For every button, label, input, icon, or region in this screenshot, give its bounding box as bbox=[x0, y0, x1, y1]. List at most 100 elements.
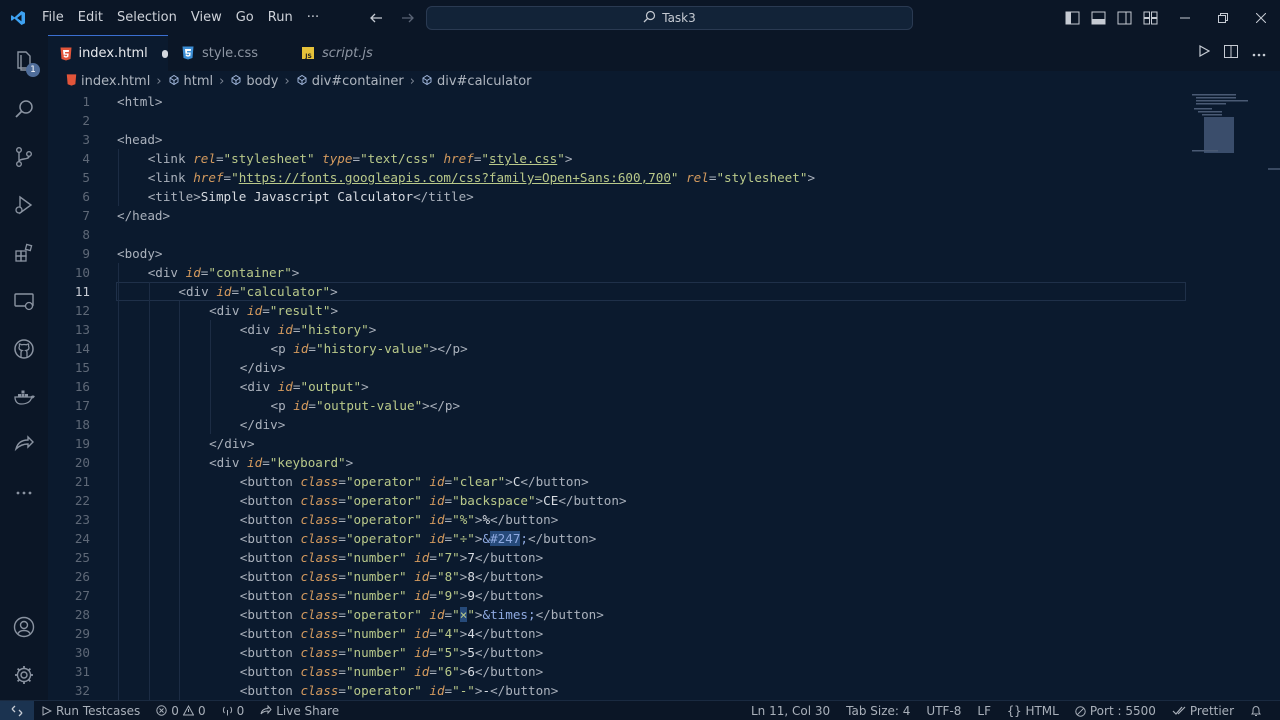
menu-edit[interactable]: Edit bbox=[71, 0, 110, 35]
remote-indicator-icon[interactable] bbox=[0, 700, 34, 720]
code-line[interactable]: 19 </div> bbox=[48, 434, 1198, 453]
command-center-label: Task3 bbox=[662, 11, 696, 25]
code-line[interactable]: 25 <button class="number" id="7">7</butto… bbox=[48, 548, 1198, 567]
github-icon[interactable] bbox=[0, 325, 48, 373]
scrollbar-thumb[interactable] bbox=[1268, 168, 1280, 170]
tab-size[interactable]: Tab Size: 4 bbox=[838, 704, 918, 718]
forward-arrow-icon[interactable] bbox=[398, 8, 418, 28]
encoding[interactable]: UTF-8 bbox=[918, 704, 969, 718]
toggle-primary-sidebar-icon[interactable] bbox=[1064, 10, 1080, 26]
code-line[interactable]: 17 <p id="output-value"></p> bbox=[48, 396, 1198, 415]
code-line[interactable]: 9 <body> bbox=[48, 244, 1198, 263]
menu-view[interactable]: View bbox=[184, 0, 229, 35]
menu-go[interactable]: Go bbox=[229, 0, 261, 35]
split-editor-icon[interactable] bbox=[1224, 44, 1238, 62]
end-of-line[interactable]: LF bbox=[969, 704, 999, 718]
code-line[interactable]: 8 bbox=[48, 225, 1198, 244]
run-testcases-button[interactable]: Run Testcases bbox=[34, 704, 148, 718]
run-and-debug-icon[interactable] bbox=[0, 181, 48, 229]
line-number: 17 bbox=[74, 398, 90, 413]
code-line[interactable]: 29 <button class="number" id="4">4</butto… bbox=[48, 624, 1198, 643]
code-line[interactable]: 5 <link href="https://fonts.googleapis.co… bbox=[48, 168, 1198, 187]
code-line[interactable]: 11 <div id="calculator"> bbox=[48, 282, 1198, 301]
code-line[interactable]: 16 <div id="output"> bbox=[48, 377, 1198, 396]
close-window-icon[interactable] bbox=[1242, 0, 1280, 35]
more-views-icon[interactable] bbox=[0, 469, 48, 517]
live-server-port[interactable]: Port : 5500 bbox=[1067, 704, 1164, 718]
tab-index-html[interactable]: index.html bbox=[48, 35, 168, 71]
line-text: <button class="number" id="7">7</button> bbox=[239, 550, 544, 565]
docker-icon[interactable] bbox=[0, 373, 48, 421]
line-text: </div> bbox=[209, 436, 255, 451]
cursor-position[interactable]: Ln 11, Col 30 bbox=[743, 704, 838, 718]
code-line[interactable]: 12 <div id="result"> bbox=[48, 301, 1198, 320]
line-number: 2 bbox=[82, 113, 90, 128]
tab-script-js[interactable]: JS script.js bbox=[288, 35, 406, 71]
line-number: 3 bbox=[82, 132, 90, 147]
line-text: <button class="number" id="9">9</button> bbox=[239, 588, 544, 603]
code-line[interactable]: 24 <button class="operator" id="÷">&#247;… bbox=[48, 529, 1198, 548]
code-line[interactable]: 15 </div> bbox=[48, 358, 1198, 377]
breadcrumb-html[interactable]: html bbox=[168, 74, 213, 90]
account-icon[interactable] bbox=[0, 603, 48, 651]
settings-gear-icon[interactable] bbox=[0, 651, 48, 699]
prettier-status[interactable]: Prettier bbox=[1164, 704, 1242, 718]
code-line[interactable]: 2 bbox=[48, 111, 1198, 130]
line-text: <button class="operator" id="÷">&#247;</… bbox=[239, 531, 597, 546]
minimap[interactable] bbox=[1190, 92, 1250, 162]
breadcrumb-div-container[interactable]: div#container bbox=[296, 74, 404, 90]
code-line[interactable]: 26 <button class="number" id="8">8</butto… bbox=[48, 567, 1198, 586]
code-line[interactable]: 6 <title>Simple Javascript Calculator</ti… bbox=[48, 187, 1198, 206]
code-line[interactable]: 27 <button class="number" id="9">9</butto… bbox=[48, 586, 1198, 605]
code-line[interactable]: 23 <button class="operator" id="%">%</but… bbox=[48, 510, 1198, 529]
line-number: 32 bbox=[74, 683, 90, 698]
code-line[interactable]: 21 <button class="operator" id="clear">C<… bbox=[48, 472, 1198, 491]
code-line[interactable]: 4 <link rel="stylesheet" type="text/css" … bbox=[48, 149, 1198, 168]
code-line[interactable]: 30 <button class="number" id="5">5</butto… bbox=[48, 643, 1198, 662]
breadcrumb-file[interactable]: index.html bbox=[66, 73, 150, 90]
restore-icon[interactable] bbox=[1204, 0, 1242, 35]
line-number: 6 bbox=[82, 189, 90, 204]
code-line[interactable]: 28 <button class="operator" id="×">&times… bbox=[48, 605, 1198, 624]
more-actions-icon[interactable] bbox=[1252, 46, 1266, 61]
source-control-icon[interactable] bbox=[0, 133, 48, 181]
code-line[interactable]: 22 <button class="operator" id="backspace… bbox=[48, 491, 1198, 510]
search-view-icon[interactable] bbox=[0, 85, 48, 133]
menu-more[interactable]: ··· bbox=[300, 0, 326, 35]
explorer-icon[interactable]: 1 bbox=[0, 37, 48, 85]
double-check-icon bbox=[1172, 706, 1186, 715]
command-center-search[interactable]: Task3 bbox=[426, 6, 913, 30]
menu-selection[interactable]: Selection bbox=[110, 0, 184, 35]
toggle-panel-icon[interactable] bbox=[1090, 10, 1106, 26]
run-code-icon[interactable] bbox=[1198, 44, 1211, 61]
menu-run[interactable]: Run bbox=[261, 0, 300, 35]
code-line[interactable]: 18 </div> bbox=[48, 415, 1198, 434]
code-line[interactable]: 13 <div id="history"> bbox=[48, 320, 1198, 339]
code-editor[interactable]: 1 <html> 2 3 <head> 4 <link rel="stylesheet" t… bbox=[48, 92, 1280, 700]
toggle-secondary-sidebar-icon[interactable] bbox=[1116, 10, 1132, 26]
language-mode[interactable]: {} HTML bbox=[999, 704, 1067, 718]
code-line[interactable]: 1 <html> bbox=[48, 92, 1198, 111]
remote-explorer-icon[interactable] bbox=[0, 277, 48, 325]
customize-layout-icon[interactable] bbox=[1142, 10, 1158, 26]
code-line[interactable]: 14 <p id="history-value"></p> bbox=[48, 339, 1198, 358]
tab-style-css[interactable]: style.css bbox=[168, 35, 286, 71]
back-arrow-icon[interactable] bbox=[366, 8, 386, 28]
breadcrumb-div-calculator[interactable]: div#calculator bbox=[421, 74, 532, 90]
live-share-button[interactable]: Live Share bbox=[252, 704, 347, 718]
menu-file[interactable]: File bbox=[36, 0, 71, 35]
ports-indicator[interactable]: 0 bbox=[214, 704, 253, 718]
code-line[interactable]: 31 <button class="number" id="6">6</butto… bbox=[48, 662, 1198, 681]
extensions-icon[interactable] bbox=[0, 229, 48, 277]
code-line[interactable]: 32 <button class="operator" id="-">-</but… bbox=[48, 681, 1198, 700]
code-line[interactable]: 7 </head> bbox=[48, 206, 1198, 225]
code-line[interactable]: 20 <div id="keyboard"> bbox=[48, 453, 1198, 472]
indent-guide bbox=[148, 282, 150, 700]
code-line[interactable]: 10 <div id="container"> bbox=[48, 263, 1198, 282]
breadcrumb-body[interactable]: body bbox=[230, 74, 279, 90]
notifications-bell-icon[interactable] bbox=[1242, 705, 1270, 717]
problems-indicator[interactable]: 0 0 bbox=[148, 704, 213, 718]
code-line[interactable]: 3 <head> bbox=[48, 130, 1198, 149]
live-share-view-icon[interactable] bbox=[0, 421, 48, 469]
minimize-icon[interactable] bbox=[1166, 0, 1204, 35]
